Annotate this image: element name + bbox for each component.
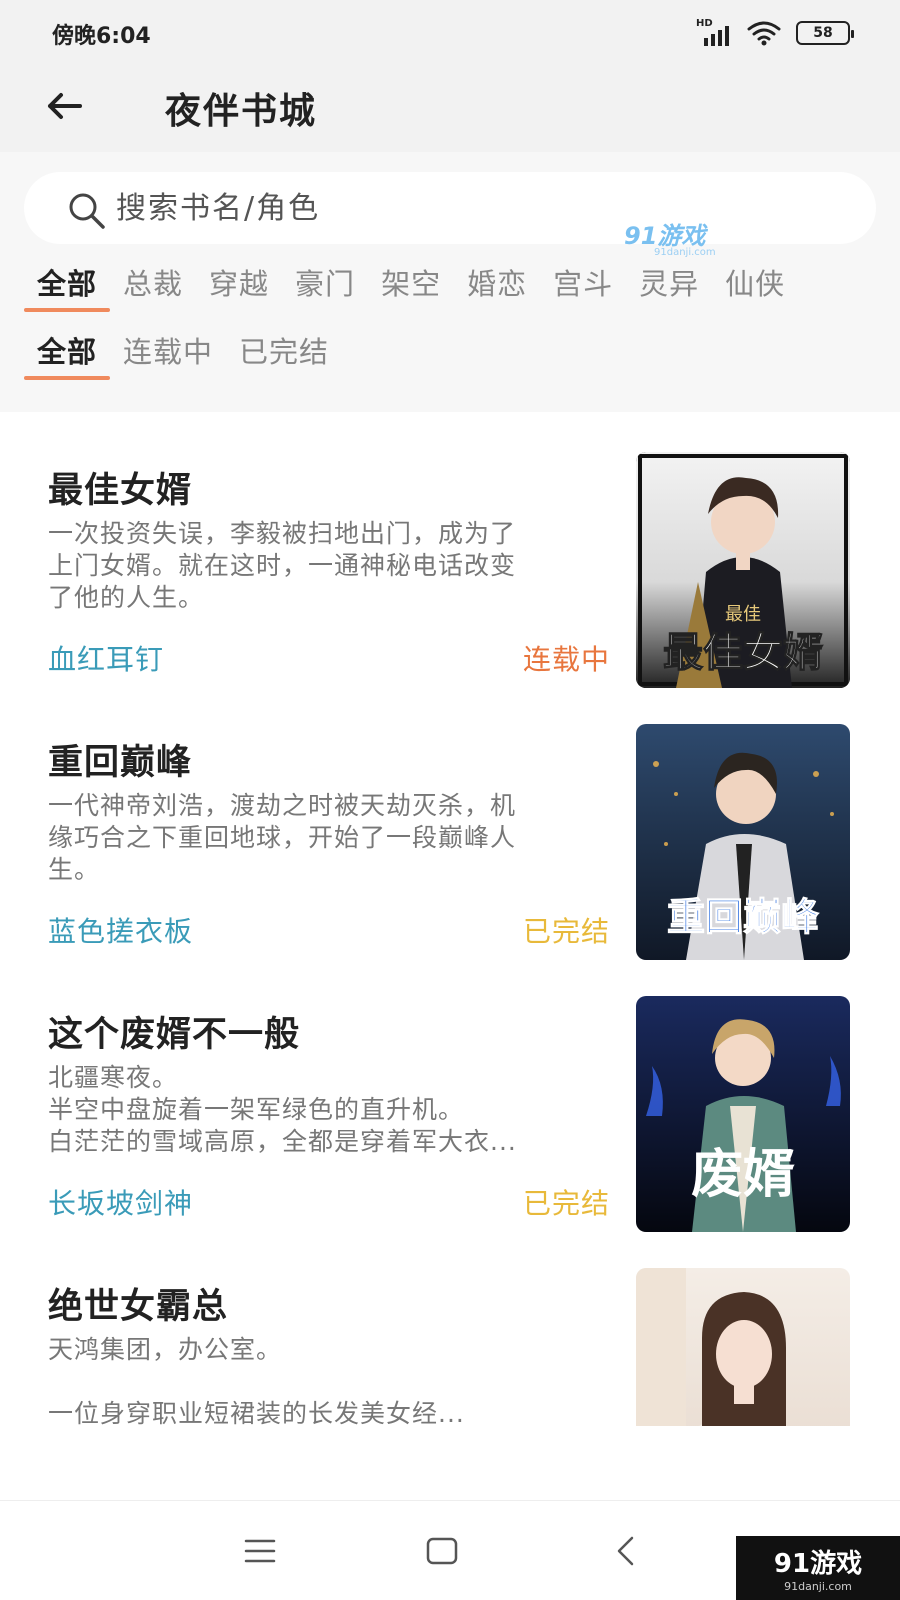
watermark-badge: 91游戏 91danji.com	[736, 1536, 900, 1600]
status-tab[interactable]: 已完结	[226, 330, 342, 386]
genre-tab[interactable]: 全部	[24, 262, 111, 318]
book-cover-image[interactable]: 重回巅峰	[636, 724, 850, 960]
book-author: 长坂坡剑神	[48, 1187, 194, 1220]
filter-panel: 91游戏 91danji.com 全部总裁穿越豪门架空婚恋宫斗灵异仙侠 全部连载…	[0, 152, 900, 412]
watermark-brand: 91游戏	[624, 222, 706, 250]
nav-back-button[interactable]	[602, 1527, 650, 1575]
status-icons: HD 58	[696, 18, 854, 46]
book-description: 一次投资失误，李毅被扫地出门，成为了 上门女婿。就在这时，一通神秘电话改变 了他…	[48, 519, 517, 612]
search-input[interactable]	[116, 186, 676, 230]
wifi-icon	[747, 21, 781, 46]
book-item[interactable]: 最佳女婿一次投资失误，李毅被扫地出门，成为了 上门女婿。就在这时，一通神秘电话改…	[0, 452, 900, 734]
status-tab[interactable]: 连载中	[110, 330, 226, 386]
genre-tab[interactable]: 架空	[368, 262, 454, 318]
chevron-left-icon	[617, 1536, 634, 1566]
book-description: 天鸿集团，办公室。 一位身穿职业短裙装的长发美女经...	[48, 1335, 465, 1428]
svg-text:废婿: 废婿	[691, 1144, 795, 1205]
book-title: 绝世女霸总	[48, 1287, 229, 1327]
watermark-domain: 91danji.com	[784, 1580, 852, 1593]
book-cover-image[interactable]	[636, 1268, 850, 1426]
menu-icon	[244, 1539, 276, 1563]
search-icon	[69, 193, 105, 229]
book-description: 一代神帝刘浩，渡劫之时被天劫灭杀，机 缘巧合之下重回地球，开始了一段巅峰人 生。	[48, 791, 517, 884]
book-title: 这个废婿不一般	[48, 1015, 301, 1055]
genre-tab[interactable]: 穿越	[196, 262, 282, 318]
book-status-badge: 已完结	[522, 915, 610, 948]
status-tabs: 全部 连载中 已完结	[24, 330, 900, 386]
battery-icon: 58	[796, 21, 854, 45]
watermark-domain: 91danji.com	[654, 247, 716, 258]
square-home-icon	[426, 1537, 458, 1565]
back-button[interactable]	[40, 82, 88, 130]
system-nav-bar: 91游戏 91danji.com	[0, 1500, 900, 1600]
book-cover-image[interactable]: 最佳 最佳女婿	[636, 452, 850, 688]
genre-tab[interactable]: 总裁	[110, 262, 196, 318]
book-title: 最佳女婿	[48, 471, 193, 511]
genre-tab[interactable]: 仙侠	[712, 262, 798, 318]
genre-tab[interactable]: 豪门	[282, 262, 368, 318]
svg-text:最佳: 最佳	[725, 604, 761, 625]
home-button[interactable]	[418, 1527, 466, 1575]
status-bar: 傍晚6:04 HD 58	[0, 0, 900, 68]
genre-tab[interactable]: 婚恋	[454, 262, 540, 318]
svg-text:重回巅峰: 重回巅峰	[667, 895, 819, 939]
cellular-signal-icon: HD	[696, 18, 732, 46]
arrow-left-icon	[48, 93, 82, 119]
genre-tab[interactable]: 宫斗	[540, 262, 626, 318]
svg-text:最佳女婿: 最佳女婿	[663, 630, 823, 676]
status-tab[interactable]: 全部	[24, 330, 111, 386]
app-header: 夜伴书城	[0, 68, 900, 152]
book-status-badge: 连载中	[522, 643, 610, 676]
watermark-brand: 91游戏	[773, 1549, 863, 1579]
book-cover-image[interactable]: 废婿	[636, 996, 850, 1232]
book-item[interactable]: 这个废婿不一般北疆寒夜。 半空中盘旋着一架军绿色的直升机。 白茫茫的雪域高原，全…	[0, 996, 900, 1278]
genre-tabs: 全部 总裁 穿越 豪门 架空 婚恋 宫斗 灵异 仙侠	[24, 262, 900, 318]
book-author: 血红耳钉	[48, 643, 165, 676]
book-title: 重回巅峰	[48, 743, 193, 783]
book-item[interactable]: 重回巅峰一代神帝刘浩，渡劫之时被天劫灭杀，机 缘巧合之下重回地球，开始了一段巅峰…	[0, 724, 900, 1006]
page-title: 夜伴书城	[165, 91, 318, 132]
book-author: 蓝色搓衣板	[48, 915, 194, 948]
search-bar[interactable]	[24, 172, 876, 244]
book-status-badge: 已完结	[522, 1187, 610, 1220]
watermark-logo: 91游戏 91danji.com	[624, 216, 716, 258]
genre-tab[interactable]: 灵异	[626, 262, 712, 318]
battery-level: 58	[813, 25, 833, 41]
menu-button[interactable]	[236, 1527, 284, 1575]
status-time: 傍晚6:04	[52, 24, 151, 49]
book-description: 北疆寒夜。 半空中盘旋着一架军绿色的直升机。 白茫茫的雪域高原，全都是穿着军大衣…	[48, 1063, 517, 1156]
